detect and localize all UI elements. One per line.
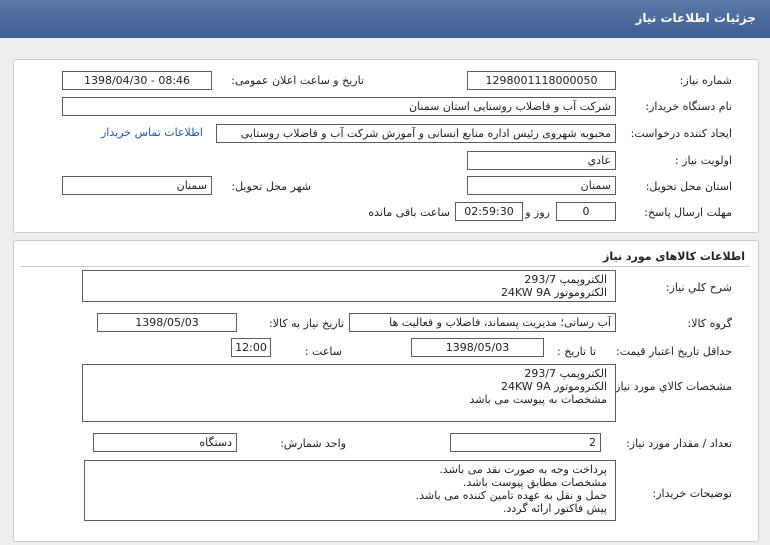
- creator-label: ایجاد کننده درخواست:: [630, 127, 732, 140]
- spec-line: الکتروموتور 24KW 9A: [500, 380, 607, 393]
- desc-line: الکتروپمپ 293/7: [524, 273, 607, 286]
- buyer-contact-link[interactable]: اطلاعات تماس خریدار: [101, 126, 203, 139]
- notes-field: پرداخت وجه به صورت نقد می باشد. مشخصات مط…: [84, 460, 616, 521]
- notes-line: حمل و نقل به عهده تامین کننده می باشد.: [415, 489, 607, 502]
- qty-label: تعداد / مقدار مورد نیاز:: [626, 437, 732, 450]
- day-word: روز و: [525, 206, 550, 219]
- announce-field: 1398/04/30 - 08:46: [62, 71, 212, 90]
- desc-line: الکتروموتور 24KW 9A: [500, 286, 607, 299]
- buyer-field: شرکت آب و فاضلاب روستایی استان سمنان: [62, 97, 616, 116]
- title-bar: جزئیات اطلاعات نیاز: [0, 0, 770, 38]
- days-field: 0: [556, 202, 616, 221]
- validity-time-field: 12:00: [231, 338, 271, 357]
- city-label: شهر محل تحویل:: [231, 180, 311, 193]
- unit-label: واحد شمارش:: [280, 437, 346, 450]
- buyer-label: نام دستگاه خریدار:: [645, 100, 732, 113]
- notes-line: پرداخت وجه به صورت نقد می باشد.: [439, 463, 607, 476]
- desc-field: الکتروپمپ 293/7 الکتروموتور 24KW 9A: [82, 270, 616, 302]
- notes-line: پیش فاکتور ارائه گردد.: [502, 502, 607, 515]
- priority-label: اولویت نیاز :: [674, 154, 732, 167]
- goods-section-title: اطلاعات کالاهای مورد نیاز: [603, 250, 745, 263]
- spec-label: مشخصات کالاي مورد نياز:: [611, 380, 732, 393]
- province-field: سمنان: [467, 176, 616, 195]
- need-date-field: 1398/05/03: [97, 313, 237, 332]
- priority-field: عادي: [467, 151, 616, 170]
- time-left-word: ساعت باقی مانده: [368, 206, 450, 219]
- unit-field: دستگاه: [93, 433, 237, 452]
- deadline-label: مهلت ارسال پاسخ:: [644, 206, 732, 219]
- spec-field: الکتروپمپ 293/7 الکتروموتور 24KW 9A مشخصات…: [82, 364, 616, 422]
- until-label: تا تاریخ :: [557, 345, 596, 358]
- validity-label: حداقل تاریخ اعتبار قیمت:: [616, 345, 732, 358]
- hour-label: ساعت :: [304, 345, 342, 358]
- province-label: استان محل تحویل:: [645, 180, 732, 193]
- page-title: جزئیات اطلاعات نیاز: [635, 11, 756, 25]
- validity-date-field: 1398/05/03: [411, 338, 544, 357]
- group-label: گروه کالا:: [687, 317, 732, 330]
- group-field: آب رسانی؛ مدیریت پسماند، فاضلاب و فعالیت…: [349, 313, 616, 332]
- qty-field: 2: [450, 433, 601, 452]
- city-field: سمنان: [62, 176, 212, 195]
- need-number-field: 1298001118000050: [467, 71, 616, 90]
- time-left-field: 02:59:30: [455, 202, 523, 221]
- spec-line: مشخصات به پیوست می باشد: [469, 393, 607, 406]
- spec-line: الکتروپمپ 293/7: [524, 367, 607, 380]
- need-number-label: شماره نیاز:: [679, 74, 732, 87]
- creator-field: محبوبه شهروی رئیس اداره منابع انسانی و آ…: [216, 124, 616, 143]
- section-divider: [20, 266, 750, 267]
- notes-label: توضیحات خریدار:: [652, 487, 733, 500]
- need-date-label: تاریخ نیاز به کالا:: [269, 317, 344, 330]
- notes-line: مشخصات مطابق پیوست باشد.: [462, 476, 607, 489]
- announce-label: تاریخ و ساعت اعلان عمومی:: [231, 74, 364, 87]
- desc-label: شرح کلي نياز:: [665, 281, 732, 294]
